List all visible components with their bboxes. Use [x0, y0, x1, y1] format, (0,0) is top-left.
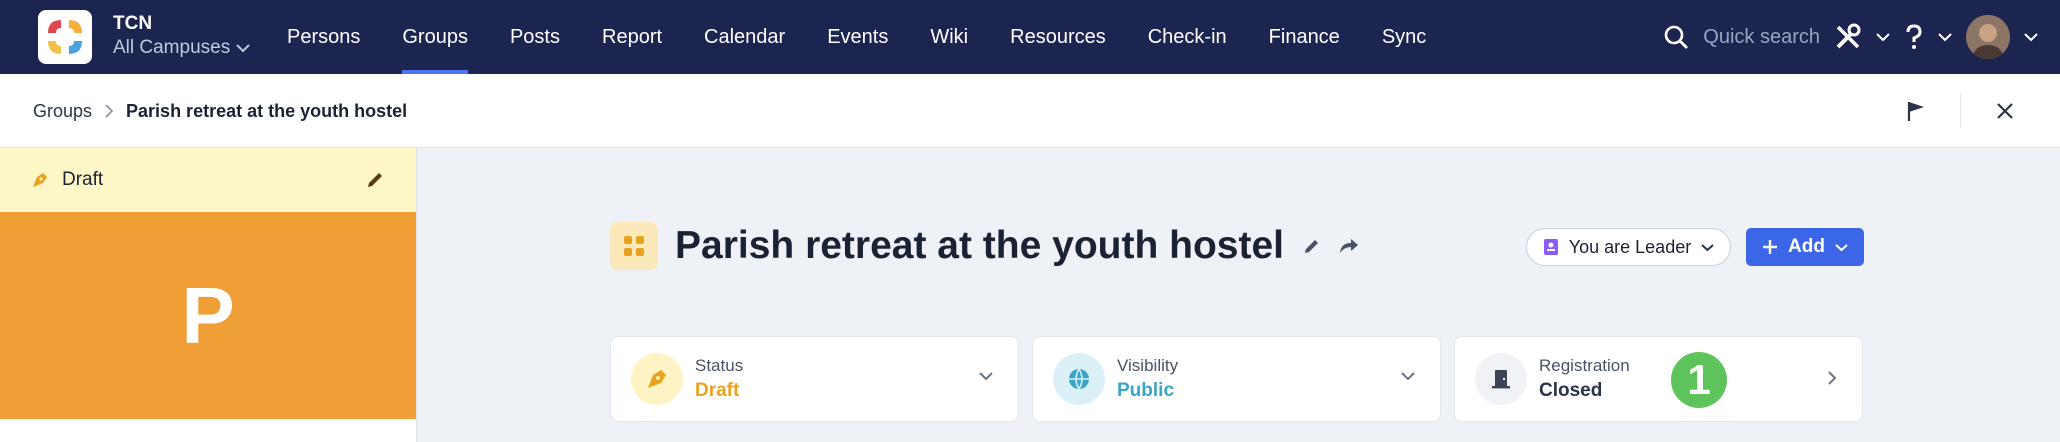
add-button[interactable]: Add — [1746, 228, 1864, 266]
chevron-down-icon[interactable] — [1938, 32, 1952, 42]
nav-posts[interactable]: Posts — [489, 0, 581, 74]
group-cover-image[interactable]: P — [0, 212, 416, 419]
step-badge: 1 — [1671, 352, 1727, 408]
status-value: Draft — [695, 380, 740, 401]
status-icon-circle — [631, 353, 683, 405]
nav-groups[interactable]: Groups — [381, 0, 489, 74]
org-logo[interactable] — [38, 10, 92, 64]
visibility-value: Public — [1117, 380, 1175, 401]
divider — [1960, 94, 1961, 128]
breadcrumb-groups[interactable]: Groups — [33, 101, 92, 122]
nav-events[interactable]: Events — [806, 0, 909, 74]
org-switcher[interactable]: TCN All Campuses — [113, 12, 250, 60]
main-nav: Persons Groups Posts Report Calendar Eve… — [266, 0, 1447, 74]
org-name: TCN — [113, 13, 153, 34]
globe-icon — [1069, 368, 1089, 390]
edit-icon[interactable] — [364, 169, 386, 191]
search-icon[interactable] — [1663, 24, 1689, 50]
tools-icon[interactable] — [1834, 23, 1862, 51]
nav-sync[interactable]: Sync — [1361, 0, 1447, 74]
chevron-right-icon — [105, 104, 114, 118]
chevron-right-icon — [1828, 371, 1837, 385]
registration-icon-circle — [1475, 353, 1527, 405]
visibility-icon-circle — [1053, 353, 1105, 405]
nav-check-in[interactable]: Check-in — [1127, 0, 1248, 74]
visibility-card[interactable]: Visibility Public — [1032, 336, 1441, 422]
nav-report[interactable]: Report — [581, 0, 683, 74]
top-navbar: TCN All Campuses Persons Groups Posts Re… — [0, 0, 2060, 74]
nav-persons[interactable]: Persons — [266, 0, 381, 74]
role-dropdown-button[interactable]: You are Leader — [1526, 228, 1731, 266]
pen-nib-icon — [648, 370, 666, 388]
registration-value: Closed — [1539, 380, 1603, 401]
user-avatar[interactable] — [1966, 15, 2010, 59]
page-title: Parish retreat at the youth hostel — [675, 224, 1284, 267]
campus-name: All Campuses — [113, 37, 231, 58]
status-card[interactable]: Status Draft — [610, 336, 1019, 422]
registration-label: Registration — [1539, 356, 1630, 375]
breadcrumb-current: Parish retreat at the youth hostel — [126, 100, 408, 121]
breadcrumb: Groups Parish retreat at the youth hoste… — [33, 74, 407, 148]
chevron-down-icon — [236, 44, 250, 53]
visibility-label: Visibility — [1117, 356, 1179, 375]
org-logo-icon — [48, 20, 82, 54]
chevron-down-icon[interactable] — [1876, 32, 1890, 42]
chevron-down-icon[interactable] — [2024, 32, 2038, 42]
group-header: Parish retreat at the youth hostel — [610, 222, 1360, 270]
badge-icon — [1543, 239, 1558, 255]
help-icon[interactable] — [1904, 24, 1924, 50]
draft-banner: Draft — [0, 148, 416, 212]
close-icon[interactable] — [1995, 101, 2015, 121]
plus-icon — [1763, 240, 1778, 254]
chevron-down-icon — [1401, 372, 1415, 381]
breadcrumb-bar: Groups Parish retreat at the youth hoste… — [0, 74, 2060, 148]
info-cards: Status Draft Visibility Public Registrat… — [610, 336, 1863, 422]
nav-wiki[interactable]: Wiki — [909, 0, 989, 74]
pen-nib-icon — [33, 173, 47, 187]
add-label: Add — [1788, 236, 1825, 257]
grid-icon — [624, 236, 644, 256]
edit-icon[interactable] — [1302, 236, 1322, 256]
nav-calendar[interactable]: Calendar — [683, 0, 806, 74]
flag-icon[interactable] — [1906, 100, 1926, 122]
avatar-image — [1966, 15, 2010, 59]
chevron-down-icon — [1701, 243, 1714, 251]
registration-card[interactable]: Registration Closed 1 — [1454, 336, 1863, 422]
share-icon[interactable] — [1338, 236, 1360, 256]
group-type-icon — [610, 222, 658, 270]
status-label: Status — [695, 356, 744, 375]
draft-label: Draft — [62, 169, 104, 190]
nav-resources[interactable]: Resources — [989, 0, 1127, 74]
cover-letter: P — [181, 270, 235, 360]
quick-search-input[interactable]: Quick search — [1703, 26, 1820, 49]
nav-finance[interactable]: Finance — [1248, 0, 1361, 74]
role-label: You are Leader — [1568, 236, 1692, 257]
chevron-down-icon — [979, 372, 993, 381]
door-closed-icon — [1492, 370, 1510, 389]
chevron-down-icon — [1835, 243, 1848, 251]
left-panel: Draft P — [0, 148, 417, 442]
